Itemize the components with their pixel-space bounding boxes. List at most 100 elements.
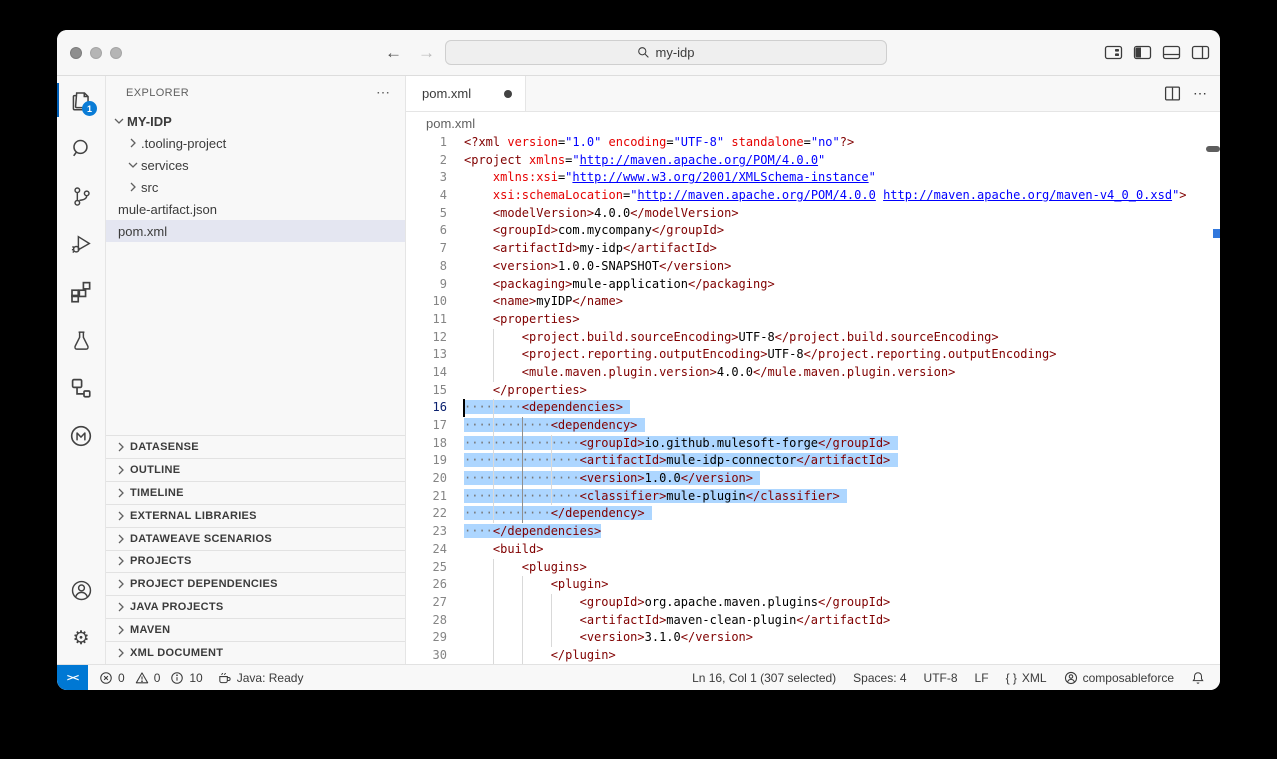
line-number: 17: [406, 417, 447, 435]
code-line-3[interactable]: 3 xmlns:xsi="http://www.w3.org/2001/XMLS…: [406, 169, 1220, 187]
modified-dot-icon[interactable]: [504, 90, 512, 98]
code-line-2[interactable]: 2<project xmlns="http://maven.apache.org…: [406, 152, 1220, 170]
code-line-12[interactable]: 12 <project.build.sourceEncoding>UTF-8</…: [406, 329, 1220, 347]
code-line-1[interactable]: 1<?xml version="1.0" encoding="UTF-8" st…: [406, 134, 1220, 152]
code-line-16[interactable]: 16········<dependencies>: [406, 399, 1220, 417]
code-line-21[interactable]: 21················<classifier>mule-plugi…: [406, 488, 1220, 506]
extensions-icon: [69, 280, 93, 304]
explorer-view-button[interactable]: 1: [57, 76, 105, 124]
customize-layout-icon[interactable]: [1104, 43, 1123, 62]
chevron-right-icon: [113, 645, 129, 661]
sidebar-item-pom-xml[interactable]: pom.xml: [106, 220, 405, 242]
encoding-status[interactable]: UTF-8: [924, 671, 958, 685]
line-number: 15: [406, 382, 447, 400]
line-number: 20: [406, 470, 447, 488]
source-control-view-button[interactable]: [57, 172, 105, 220]
code-line-17[interactable]: 17 ············<dependency>: [406, 417, 1220, 435]
panel-java-projects[interactable]: JAVA PROJECTS: [106, 595, 405, 618]
close-window-button[interactable]: [70, 47, 82, 59]
editor-more-actions-icon[interactable]: ⋯: [1193, 85, 1208, 102]
eol-status[interactable]: LF: [975, 671, 989, 685]
cursor-position-status[interactable]: Ln 16, Col 1 (307 selected): [692, 671, 836, 685]
hierarchy-view-button[interactable]: [57, 364, 105, 412]
line-number: 5: [406, 205, 447, 223]
code-line-5[interactable]: 5 <modelVersion>4.0.0</modelVersion>: [406, 205, 1220, 223]
line-number: 2: [406, 152, 447, 170]
panel-datasense[interactable]: DATASENSE: [106, 435, 405, 458]
command-center-search[interactable]: my-idp: [445, 40, 887, 65]
sidebar-item-mule-artifact-json[interactable]: mule-artifact.json: [106, 198, 405, 220]
code-line-14[interactable]: 14 <mule.maven.plugin.version>4.0.0</mul…: [406, 364, 1220, 382]
toggle-primary-sidebar-icon[interactable]: [1133, 43, 1152, 62]
warning-icon: [135, 671, 149, 685]
toggle-secondary-sidebar-icon[interactable]: [1191, 43, 1210, 62]
code-editor[interactable]: 1<?xml version="1.0" encoding="UTF-8" st…: [406, 134, 1220, 664]
code-line-20[interactable]: 20················<version>1.0.0</versio…: [406, 470, 1220, 488]
sidebar-item-src[interactable]: src: [106, 176, 405, 198]
accounts-button[interactable]: [57, 566, 105, 614]
panel-maven[interactable]: MAVEN: [106, 618, 405, 641]
split-editor-icon[interactable]: [1164, 85, 1181, 102]
remote-indicator[interactable]: ><: [57, 665, 88, 690]
selected-text: ············<dependency>: [464, 418, 645, 432]
code-line-26[interactable]: 26 <plugin>: [406, 576, 1220, 594]
selected-text: ····</dependencies>: [464, 524, 601, 538]
account-status[interactable]: composableforce: [1064, 671, 1174, 685]
source-control-icon: [69, 184, 94, 209]
code-line-28[interactable]: 28 <artifactId>maven-clean-plugin</artif…: [406, 612, 1220, 630]
panel-dataweave-scenarios[interactable]: DATAWEAVE SCENARIOS: [106, 527, 405, 550]
line-number: 30: [406, 647, 447, 664]
problems-status[interactable]: 0 0 10: [99, 671, 203, 685]
panel-outline[interactable]: OUTLINE: [106, 458, 405, 481]
code-line-10[interactable]: 10 <name>myIDP</name>: [406, 293, 1220, 311]
search-view-button[interactable]: [57, 124, 105, 172]
code-line-9[interactable]: 9 <packaging>mule-application</packaging…: [406, 276, 1220, 294]
chevron-right-icon: [113, 439, 129, 455]
panel-external-libraries[interactable]: EXTERNAL LIBRARIES: [106, 504, 405, 527]
code-line-13[interactable]: 13 <project.reporting.outputEncoding>UTF…: [406, 346, 1220, 364]
minimize-window-button[interactable]: [90, 47, 102, 59]
code-line-11[interactable]: 11 <properties>: [406, 311, 1220, 329]
maximize-window-button[interactable]: [110, 47, 122, 59]
code-line-27[interactable]: 27 <groupId>org.apache.maven.plugins</gr…: [406, 594, 1220, 612]
code-line-18[interactable]: 18················<groupId>io.github.mul…: [406, 435, 1220, 453]
bell-icon[interactable]: [1191, 671, 1205, 685]
panel-xml-document[interactable]: XML DOCUMENT: [106, 641, 405, 664]
code-line-15[interactable]: 15 </properties>: [406, 382, 1220, 400]
indentation-status[interactable]: Spaces: 4: [853, 671, 906, 685]
run-debug-view-button[interactable]: [57, 220, 105, 268]
sidebar-item-my-idp[interactable]: MY-IDP: [106, 110, 405, 132]
panel-project-dependencies[interactable]: PROJECT DEPENDENCIES: [106, 572, 405, 595]
code-line-24[interactable]: 24 <build>: [406, 541, 1220, 559]
code-line-4[interactable]: 4 xsi:schemaLocation="http://maven.apach…: [406, 187, 1220, 205]
code-line-22[interactable]: 22············</dependency>: [406, 505, 1220, 523]
testing-view-button[interactable]: [57, 316, 105, 364]
breadcrumb[interactable]: pom.xml: [406, 112, 1220, 134]
code-line-7[interactable]: 7 <artifactId>my-idp</artifactId>: [406, 240, 1220, 258]
java-status[interactable]: Java: Ready: [217, 670, 304, 685]
code-line-29[interactable]: 29 <version>3.1.0</version>: [406, 629, 1220, 647]
code-line-23[interactable]: 23····</dependencies>: [406, 523, 1220, 541]
panel-timeline[interactable]: TIMELINE: [106, 481, 405, 504]
extensions-view-button[interactable]: [57, 268, 105, 316]
breadcrumb-item[interactable]: pom.xml: [426, 116, 475, 131]
sidebar-item-services[interactable]: services: [106, 154, 405, 176]
sidebar-item-tooling-project[interactable]: .tooling-project: [106, 132, 405, 154]
code-line-30[interactable]: 30 </plugin>: [406, 647, 1220, 664]
back-arrow-icon[interactable]: ←: [385, 43, 402, 63]
explorer-more-actions-icon[interactable]: ⋯: [376, 84, 391, 101]
settings-button[interactable]: ⚙: [57, 614, 105, 662]
scrollbar-thumb[interactable]: [1206, 146, 1220, 152]
mulesoft-view-button[interactable]: [57, 412, 105, 460]
code-line-19[interactable]: 19················<artifactId>mule-idp-c…: [406, 452, 1220, 470]
panel-projects[interactable]: PROJECTS: [106, 550, 405, 573]
chevron-right-icon: [113, 599, 129, 615]
language-mode-status[interactable]: { }XML: [1006, 671, 1047, 685]
toggle-panel-icon[interactable]: [1162, 43, 1181, 62]
forward-arrow-icon[interactable]: →: [418, 43, 435, 63]
warning-count: 0: [154, 671, 161, 685]
code-line-25[interactable]: 25 <plugins>: [406, 559, 1220, 577]
tab-pom-xml[interactable]: pom.xml: [406, 76, 526, 111]
code-line-6[interactable]: 6 <groupId>com.mycompany</groupId>: [406, 222, 1220, 240]
code-line-8[interactable]: 8 <version>1.0.0-SNAPSHOT</version>: [406, 258, 1220, 276]
